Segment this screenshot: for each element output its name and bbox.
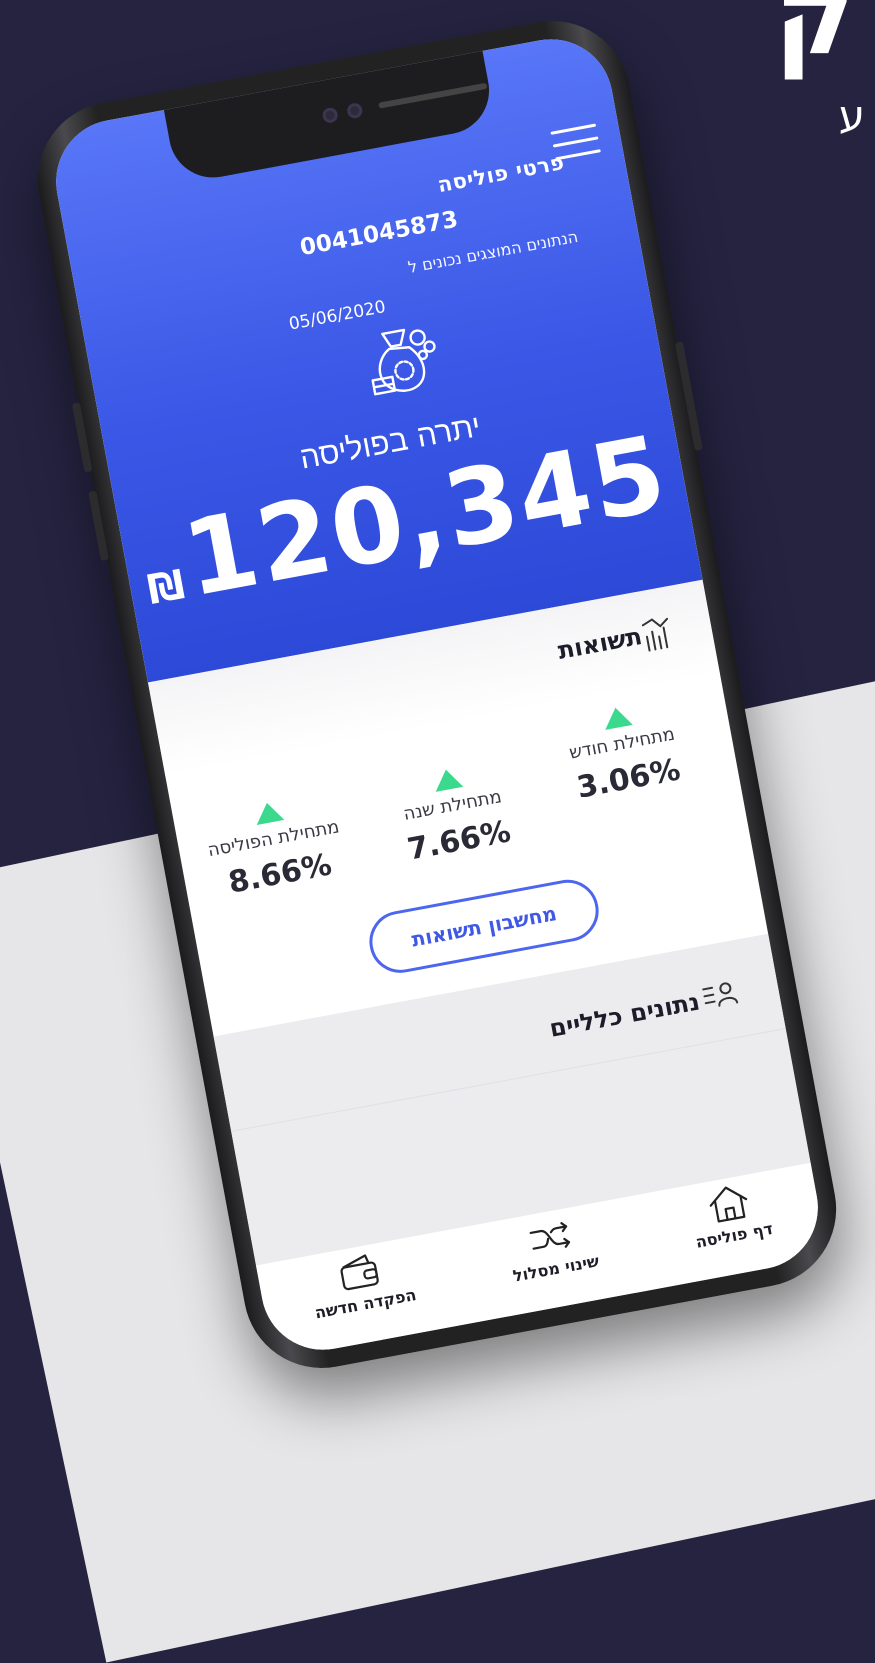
returns-title: תשואות: [555, 621, 645, 665]
general-data-title: נתונים כלליים: [547, 987, 702, 1043]
nav-label: שינוי מסלול: [511, 1251, 601, 1286]
camera-icon: [345, 101, 364, 120]
trend-up-icon: [432, 767, 464, 792]
divider: [231, 1028, 786, 1132]
return-item-month: מתחילת חודש 3.06%: [542, 694, 706, 810]
policy-hero: פרטי פוליסה 0041045873 הנתונים המוצגים נ…: [45, 29, 703, 683]
background-partial-glyph: ק: [774, 0, 855, 79]
nav-label: הפקדה חדשה: [313, 1285, 418, 1323]
home-icon: [709, 1186, 747, 1223]
nav-item-new-deposit[interactable]: הפקדה חדשה: [306, 1244, 418, 1323]
trend-up-icon: [253, 800, 285, 826]
returns-calculator-button[interactable]: מחשבון תשואות: [364, 874, 604, 978]
speaker-grille: [378, 82, 488, 109]
nav-label: דף פוליסה: [694, 1218, 775, 1252]
currency-symbol: ₪: [144, 561, 191, 614]
wallet-icon: [340, 1254, 379, 1291]
return-item-year: מתחילת שנה 7.66%: [372, 756, 536, 872]
nav-item-policy-page[interactable]: דף פוליסה: [686, 1178, 774, 1252]
route-change-icon: [529, 1222, 571, 1250]
nav-item-change-track[interactable]: שינוי מסלול: [504, 1210, 601, 1286]
camera-icon: [321, 106, 339, 125]
page-title: פרטי פוליסה: [435, 150, 567, 198]
returns-chart-icon: [641, 617, 669, 652]
return-item-policy: מתחילת הפוליסה 8.66%: [183, 787, 367, 906]
money-bag-icon: [371, 328, 436, 396]
background-partial-glyph-small: ע: [838, 91, 865, 140]
trend-up-icon: [601, 705, 633, 730]
person-list-icon: [702, 982, 739, 1007]
menu-icon: [550, 123, 597, 135]
